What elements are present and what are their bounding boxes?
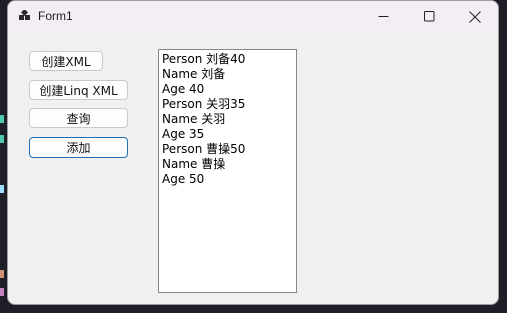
minimize-icon xyxy=(378,16,389,17)
maximize-button[interactable] xyxy=(407,1,452,32)
list-item[interactable]: Age 35 xyxy=(162,127,296,142)
list-item[interactable]: Name 曹操 xyxy=(162,157,296,172)
create-xml-button[interactable]: 创建XML xyxy=(29,51,103,71)
list-item[interactable]: Person 曹操50 xyxy=(162,142,296,157)
list-item[interactable]: Person 关羽35 xyxy=(162,97,296,112)
list-item[interactable]: Name 关羽 xyxy=(162,112,296,127)
list-item[interactable]: Person 刘备40 xyxy=(162,52,296,67)
query-button[interactable]: 查询 xyxy=(29,108,128,128)
close-button[interactable] xyxy=(452,1,497,32)
list-item[interactable]: Age 50 xyxy=(162,172,296,187)
winforms-app-icon xyxy=(19,10,30,20)
list-item[interactable]: Age 40 xyxy=(162,82,296,97)
add-button[interactable]: 添加 xyxy=(29,137,128,158)
minimize-button[interactable] xyxy=(361,1,406,32)
close-icon xyxy=(468,10,481,23)
window-title: Form1 xyxy=(38,9,73,23)
result-listbox[interactable]: Person 刘备40 Name 刘备 Age 40 Person 关羽35 N… xyxy=(158,49,297,293)
maximize-icon xyxy=(424,11,435,22)
title-bar[interactable]: Form1 xyxy=(8,1,498,32)
create-linq-xml-button[interactable]: 创建Linq XML xyxy=(29,80,128,100)
form-window: Form1 创建XML 创建Linq XML 查询 添加 Person 刘备40… xyxy=(7,0,499,305)
list-item[interactable]: Name 刘备 xyxy=(162,67,296,82)
